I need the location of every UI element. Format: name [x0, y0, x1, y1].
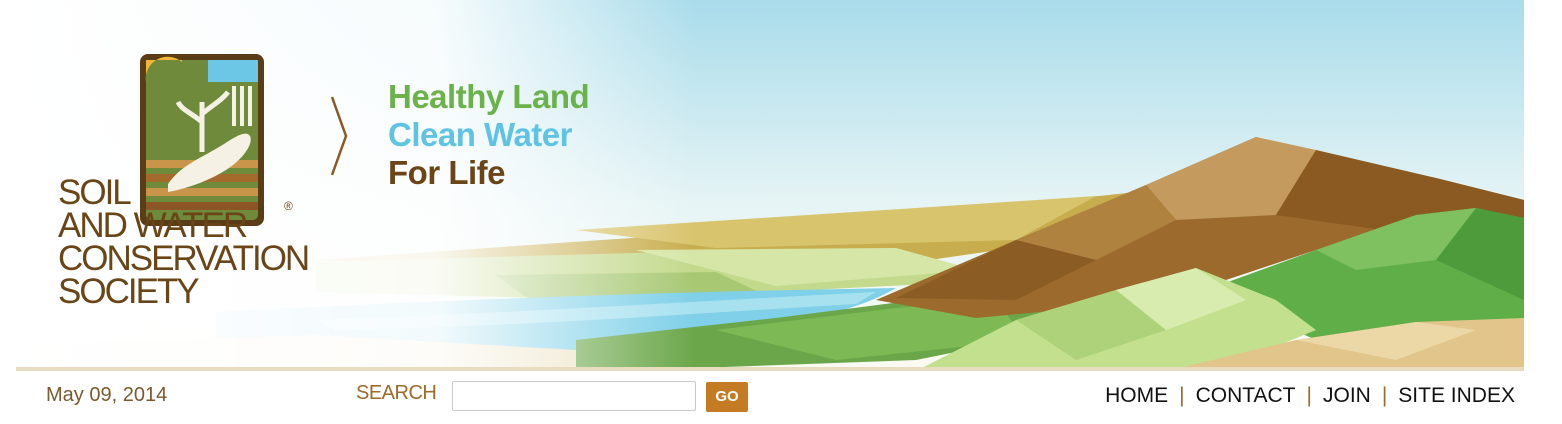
top-navigation: HOME | CONTACT | JOIN | SITE INDEX: [1105, 384, 1515, 408]
tagline: Healthy Land Clean Water For Life: [388, 78, 590, 192]
current-date: May 09, 2014: [46, 384, 168, 406]
tagline-line-2: Clean Water: [388, 116, 573, 153]
nav-join-link[interactable]: JOIN: [1323, 384, 1371, 407]
chevron-right-icon: [330, 96, 348, 176]
logo-wordmark: SOIL AND WATER CONSERVATION SOCIETY ®: [58, 173, 310, 311]
search-input[interactable]: [452, 381, 696, 411]
tagline-line-1: Healthy Land: [388, 78, 590, 115]
registered-mark: ®: [284, 199, 293, 213]
logo-line-4: SOCIETY: [58, 272, 200, 311]
header-banner: SOIL AND WATER CONSERVATION SOCIETY ® He…: [16, 0, 1524, 371]
search-go-button[interactable]: GO: [706, 382, 748, 412]
nav-separator: |: [1179, 384, 1185, 407]
nav-contact-link[interactable]: CONTACT: [1196, 384, 1296, 407]
nav-separator: |: [1306, 384, 1312, 407]
tagline-line-3: For Life: [388, 154, 506, 191]
logo-line-1: SOIL: [58, 173, 132, 212]
logo-line-3: CONSERVATION: [58, 239, 310, 278]
nav-site-index-link[interactable]: SITE INDEX: [1398, 384, 1515, 407]
nav-separator: |: [1381, 384, 1388, 407]
nav-home-link[interactable]: HOME: [1105, 384, 1168, 407]
logo-line-2: AND WATER: [58, 206, 248, 245]
search-label: SEARCH: [356, 382, 437, 404]
